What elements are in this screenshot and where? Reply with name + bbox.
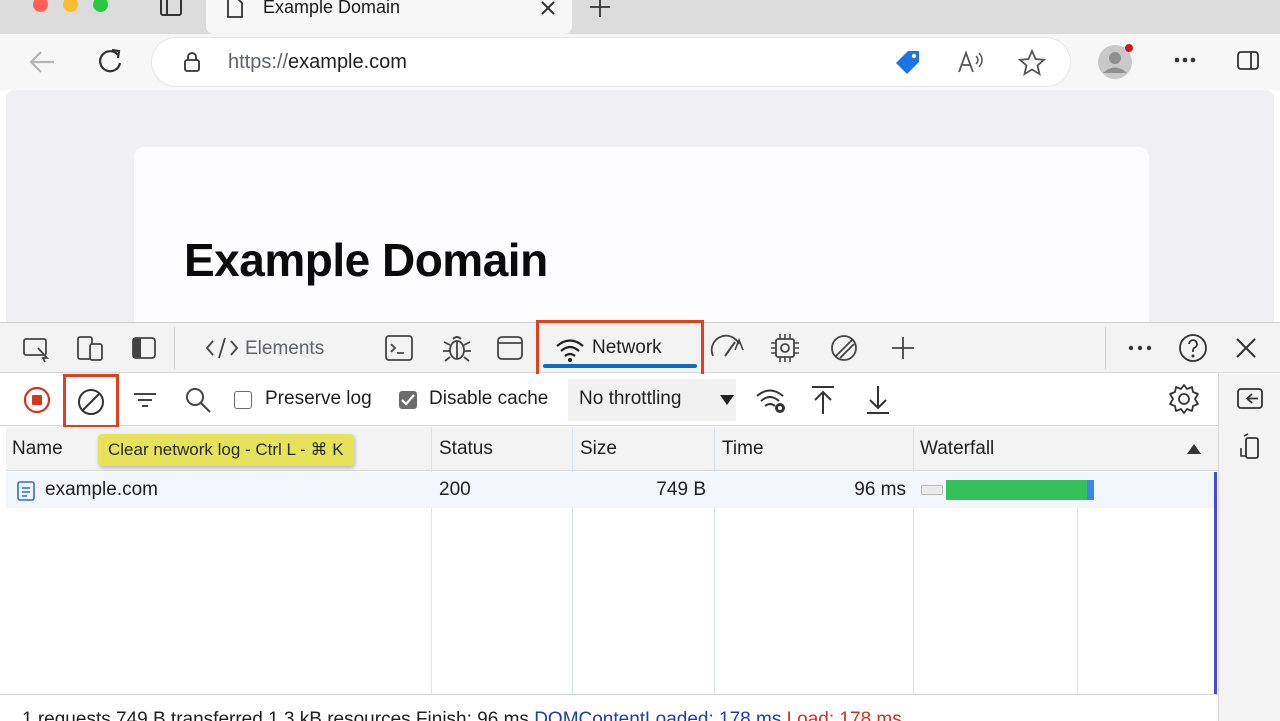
url-text: https://example.com xyxy=(228,51,407,74)
tab-elements[interactable]: Elements xyxy=(245,338,324,360)
devtools-panel: Elements Network Preserve log Disable ca… xyxy=(0,320,1280,721)
throttling-value: No throttling xyxy=(579,388,682,409)
column-header-size[interactable]: Size xyxy=(580,438,617,460)
status-dom-content-loaded: DOMContentLoaded: 178 ms xyxy=(534,709,782,721)
import-har-icon[interactable] xyxy=(809,384,837,416)
page-content-card: Example Domain xyxy=(134,147,1149,347)
column-divider xyxy=(714,427,715,695)
column-header-status[interactable]: Status xyxy=(439,438,493,460)
request-size: 749 B xyxy=(656,479,706,500)
url-scheme: https:// xyxy=(228,51,289,73)
help-icon[interactable] xyxy=(1175,330,1211,366)
clear-network-log-button[interactable] xyxy=(63,374,119,428)
dropdown-arrow-icon xyxy=(720,395,734,405)
close-window-button[interactable] xyxy=(33,0,48,12)
throttling-dropdown[interactable]: No throttling xyxy=(568,379,736,421)
status-load: Load: 178 ms xyxy=(786,709,902,721)
search-icon[interactable] xyxy=(183,385,213,415)
record-stop-icon[interactable] xyxy=(22,385,52,415)
add-tool-icon[interactable] xyxy=(885,330,921,366)
tab-network[interactable]: Network xyxy=(536,320,704,377)
tab-separator xyxy=(1105,327,1106,369)
read-aloud-icon[interactable] xyxy=(956,50,984,76)
page-viewport: Example Domain xyxy=(6,90,1274,347)
tab-separator xyxy=(174,327,175,369)
refresh-icon[interactable] xyxy=(96,47,124,75)
close-tab-icon[interactable] xyxy=(540,0,556,16)
network-status-bar: 1 requests 749 B transferred 1.3 kB reso… xyxy=(0,694,1218,721)
address-bar[interactable]: https://example.com xyxy=(152,38,1070,86)
toggle-drawer-icon[interactable] xyxy=(1236,386,1264,412)
column-divider xyxy=(913,427,914,695)
tab-actions-icon[interactable] xyxy=(158,0,186,18)
preserve-log-label: Preserve log xyxy=(265,388,372,409)
waterfall-download-bar xyxy=(1087,480,1094,500)
waterfall-waiting-bar xyxy=(946,480,1087,500)
network-toolbar: Preserve log Disable cache No throttling xyxy=(0,374,1218,428)
elements-code-icon[interactable] xyxy=(204,330,240,366)
request-name: example.com xyxy=(45,479,158,500)
status-summary: 1 requests 749 B transferred 1.3 kB reso… xyxy=(22,709,902,721)
inspect-element-icon[interactable] xyxy=(18,330,54,366)
export-har-icon[interactable] xyxy=(864,384,892,416)
devtools-tab-bar: Elements Network xyxy=(0,320,1280,377)
document-request-icon xyxy=(17,481,35,501)
tab-strip: Example Domain xyxy=(0,0,1280,34)
device-emulation-icon[interactable] xyxy=(72,330,108,366)
tab-title: Example Domain xyxy=(263,0,401,17)
request-status: 200 xyxy=(439,479,471,500)
devtools-more-icon[interactable] xyxy=(1122,330,1158,366)
performance-gauge-icon[interactable] xyxy=(709,330,745,366)
more-menu-icon[interactable] xyxy=(1173,54,1199,66)
status-counts: 1 requests 749 B transferred 1.3 kB reso… xyxy=(22,709,535,721)
memory-chip-icon[interactable] xyxy=(767,330,803,366)
network-wifi-icon xyxy=(556,339,584,362)
browser-tab-active[interactable]: Example Domain xyxy=(206,0,572,34)
disable-cache-label: Disable cache xyxy=(429,388,549,409)
network-settings-gear-icon[interactable] xyxy=(1168,383,1200,415)
console-icon[interactable] xyxy=(381,330,417,366)
table-scroll-edge xyxy=(1214,472,1217,694)
sources-bug-icon[interactable] xyxy=(439,330,475,366)
preserve-log-checkbox[interactable] xyxy=(234,391,252,409)
maximize-window-button[interactable] xyxy=(93,0,108,12)
document-icon xyxy=(227,0,243,18)
request-time: 96 ms xyxy=(854,479,906,500)
sort-ascending-icon[interactable] xyxy=(1187,444,1201,454)
waterfall-queue-bar xyxy=(921,485,943,495)
disable-cache-checkbox[interactable] xyxy=(399,391,417,409)
shopping-tag-icon[interactable] xyxy=(894,49,922,75)
page-heading: Example Domain xyxy=(184,234,548,286)
filter-icon[interactable] xyxy=(131,387,159,413)
close-devtools-icon[interactable] xyxy=(1228,330,1264,366)
devtools-side-panel xyxy=(1218,374,1280,721)
dock-side-icon[interactable] xyxy=(126,330,162,366)
network-request-table: Name Status Size Time Waterfall example.… xyxy=(6,427,1218,695)
minimize-window-button[interactable] xyxy=(63,0,78,12)
checkmark-icon xyxy=(401,394,415,406)
browser-toolbar: https://example.com xyxy=(0,34,1280,90)
column-divider xyxy=(431,427,432,695)
back-icon[interactable] xyxy=(28,49,56,75)
table-row[interactable]: example.com 200 749 B 96 ms xyxy=(6,472,1216,508)
clear-icon xyxy=(78,389,104,415)
security-block-icon[interactable] xyxy=(826,330,862,366)
rotate-device-icon[interactable] xyxy=(1238,432,1262,462)
clear-log-tooltip: Clear network log - Ctrl L - ⌘ K xyxy=(98,434,354,466)
column-header-name[interactable]: Name xyxy=(12,438,63,460)
active-tab-indicator xyxy=(543,364,697,368)
application-window-icon[interactable] xyxy=(492,330,528,366)
new-tab-icon[interactable] xyxy=(588,0,612,18)
sidebar-toggle-icon[interactable] xyxy=(1236,49,1262,73)
network-conditions-icon[interactable] xyxy=(755,384,789,416)
favorite-star-icon[interactable] xyxy=(1018,49,1046,77)
column-header-time[interactable]: Time xyxy=(722,438,764,460)
column-header-waterfall[interactable]: Waterfall xyxy=(920,438,994,460)
profile-avatar[interactable] xyxy=(1096,42,1136,82)
column-divider xyxy=(572,427,573,695)
url-host: example.com xyxy=(288,51,407,73)
tab-network-label: Network xyxy=(592,337,662,358)
lock-icon[interactable] xyxy=(182,51,202,73)
